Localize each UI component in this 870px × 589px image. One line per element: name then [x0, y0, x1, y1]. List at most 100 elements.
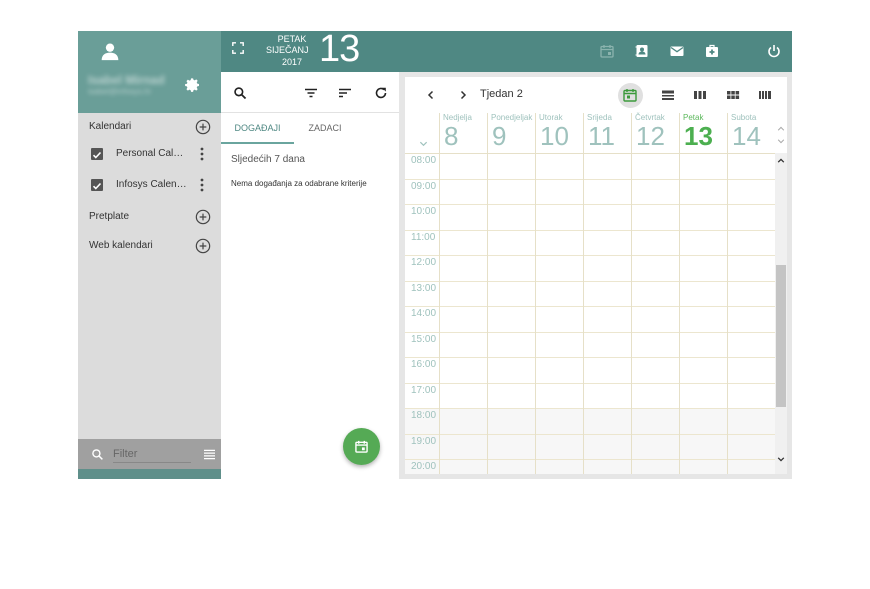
calendar-name: Infosys Calend... — [116, 179, 188, 190]
user-profile: Isabel Mirnad isabel@infosys.hr — [78, 31, 221, 113]
current-day-name: PETAK — [277, 34, 307, 44]
sort-icon[interactable] — [338, 86, 352, 100]
gear-icon[interactable] — [184, 77, 200, 93]
add-subscription-icon[interactable] — [195, 209, 211, 225]
refresh-icon[interactable] — [374, 86, 388, 100]
hour-row[interactable]: 15:00 — [405, 333, 775, 358]
subscriptions-section-label: Pretplate — [89, 211, 130, 222]
current-month: SIJEČANJ — [266, 45, 309, 55]
tab-events[interactable]: DOGAĐAJI — [221, 123, 294, 133]
tab-tasks[interactable]: ZADACI — [294, 123, 356, 133]
user-name: Isabel Mirnad — [88, 73, 165, 87]
day-column-header[interactable]: Utorak 10 — [535, 113, 583, 153]
hour-row[interactable]: 18:00 — [405, 409, 775, 435]
time-grid[interactable]: 08:00 09:00 10:00 11:00 12:00 13:00 14:0… — [405, 153, 775, 474]
hour-label: 08:00 — [411, 155, 437, 166]
contacts-icon[interactable] — [635, 44, 649, 58]
hour-label: 14:00 — [411, 308, 437, 319]
hour-label: 13:00 — [411, 282, 437, 294]
day-number: 8 — [444, 121, 459, 151]
day-column-header[interactable]: Četvrtak 12 — [631, 113, 679, 153]
filter-input[interactable] — [113, 445, 191, 463]
view-month-icon[interactable] — [726, 88, 740, 102]
view-year-icon[interactable] — [758, 88, 772, 102]
view-day-icon[interactable] — [661, 88, 675, 102]
hour-row[interactable]: 10:00 — [405, 205, 775, 231]
hour-row[interactable]: 11:00 — [405, 231, 775, 256]
hour-row[interactable]: 17:00 — [405, 384, 775, 409]
calendar-checkbox[interactable] — [91, 148, 103, 160]
calendar-toolbar: Tjedan 2 — [405, 77, 787, 113]
grid-scrollbar[interactable] — [775, 153, 787, 474]
add-calendar-icon[interactable] — [195, 119, 211, 135]
calendar-add-icon[interactable] — [600, 44, 614, 58]
chevron-down-icon[interactable] — [777, 455, 785, 463]
week-label: Tjedan 2 — [480, 88, 523, 100]
add-web-calendar-icon[interactable] — [195, 238, 211, 254]
current-day-number: 13 — [319, 31, 360, 70]
range-label[interactable]: Sljedećih 7 dana — [231, 154, 305, 165]
person-icon[interactable] — [100, 41, 120, 61]
search-icon — [92, 449, 103, 460]
hour-label: 17:00 — [411, 384, 437, 396]
calendar-checkbox[interactable] — [91, 179, 103, 191]
view-today-icon[interactable] — [623, 88, 637, 102]
day-column-header[interactable]: Ponedjeljak 9 — [487, 113, 535, 153]
filter-bar — [78, 439, 221, 469]
day-divider — [679, 154, 680, 474]
search-icon[interactable] — [233, 86, 247, 100]
calendar-item[interactable]: Personal Calen... — [78, 142, 221, 168]
day-number: 9 — [492, 121, 507, 151]
hour-row[interactable]: 09:00 — [405, 180, 775, 205]
calendars-section: Kalendari — [78, 115, 221, 141]
current-year: 2017 — [281, 57, 303, 67]
chevron-down-icon[interactable] — [777, 137, 785, 145]
user-email: isabel@infosys.hr — [88, 87, 152, 96]
sidebar: Isabel Mirnad isabel@infosys.hr Kalendar… — [78, 31, 221, 479]
hour-label: 18:00 — [411, 410, 437, 421]
event-icon — [355, 440, 368, 453]
chevron-right-icon[interactable] — [458, 90, 468, 100]
list-icon[interactable] — [204, 449, 215, 460]
hour-label: 10:00 — [411, 206, 437, 217]
medical-icon[interactable] — [705, 44, 719, 58]
scroll-thumb[interactable] — [776, 265, 786, 407]
calendars-section-label: Kalendari — [89, 121, 132, 132]
view-week-icon[interactable] — [693, 88, 707, 102]
day-number: 14 — [732, 121, 761, 151]
hour-row[interactable]: 12:00 — [405, 256, 775, 282]
more-vert-icon[interactable] — [200, 178, 204, 192]
mail-icon[interactable] — [670, 44, 684, 58]
chevron-down-icon[interactable] — [419, 139, 428, 148]
web-calendars-section: Web kalendari — [78, 234, 221, 260]
fullscreen-icon[interactable] — [232, 42, 244, 54]
hour-row[interactable]: 08:00 — [405, 154, 775, 180]
active-tab-indicator — [221, 142, 294, 144]
day-column-header[interactable]: Srijeda 11 — [583, 113, 631, 153]
hour-label: 19:00 — [411, 435, 437, 447]
calendar-item[interactable]: Infosys Calend... — [78, 173, 221, 199]
chevron-up-icon[interactable] — [777, 125, 785, 133]
web-calendars-section-label: Web kalendari — [89, 240, 153, 251]
hour-row[interactable]: 13:00 — [405, 282, 775, 307]
hour-row[interactable]: 16:00 — [405, 358, 775, 384]
chevron-left-icon[interactable] — [426, 90, 436, 100]
chevron-up-icon[interactable] — [777, 157, 785, 165]
hour-row[interactable]: 20:00 — [405, 460, 775, 474]
day-column-header[interactable]: Nedjelja 8 — [439, 113, 487, 153]
subscriptions-section: Pretplate — [78, 205, 221, 231]
hour-row[interactable]: 19:00 — [405, 434, 775, 460]
hour-row[interactable]: 14:00 — [405, 307, 775, 333]
hour-label: 16:00 — [411, 359, 437, 370]
week-calendar: Tjedan 2 Nedjelja 8 Ponedjeljak 9 Utorak 10… — [405, 77, 787, 474]
sidebar-footer — [78, 469, 221, 479]
day-number: 13 — [684, 121, 713, 151]
new-event-button[interactable] — [343, 428, 380, 465]
more-vert-icon[interactable] — [200, 147, 204, 161]
power-icon[interactable] — [767, 44, 781, 58]
day-divider — [583, 154, 584, 474]
day-column-header-today[interactable]: Petak 13 — [679, 113, 727, 153]
filter-icon[interactable] — [304, 86, 318, 100]
day-number: 11 — [588, 121, 615, 151]
day-column-header[interactable]: Subota 14 — [727, 113, 775, 153]
